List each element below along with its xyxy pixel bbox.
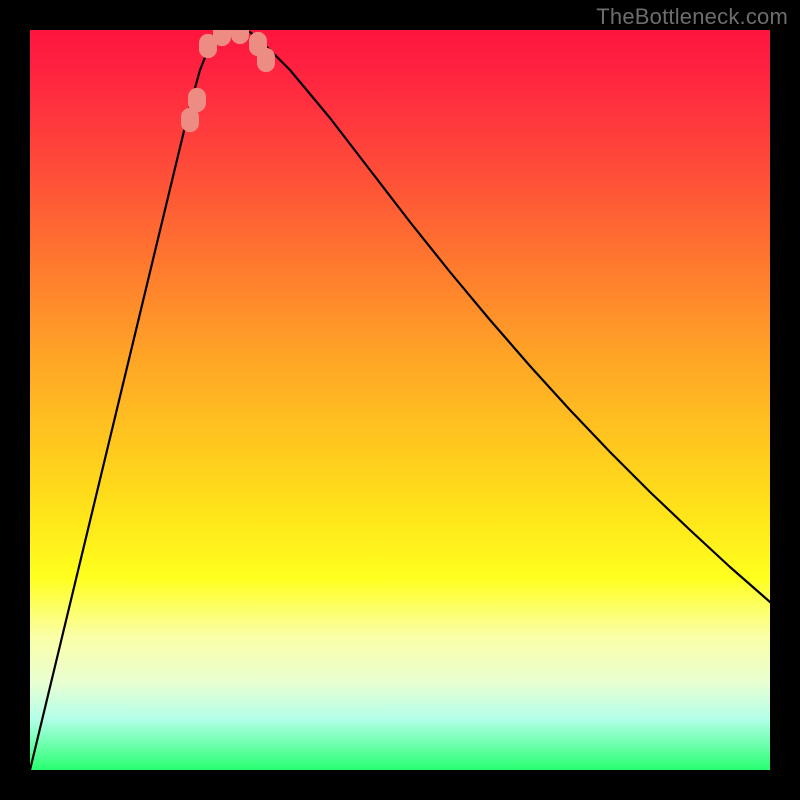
point-d [213,30,231,46]
point-c [199,34,217,58]
plot-area [30,30,770,770]
marker-layer [181,30,275,132]
point-f [249,32,267,56]
point-a [181,108,199,132]
watermark-text: TheBottleneck.com [596,4,788,30]
curve-layer [30,30,770,770]
point-b [188,88,206,112]
curve-svg [30,30,770,770]
bottleneck-curve-path [30,30,770,770]
point-e [231,30,249,44]
point-g [257,48,275,72]
chart-frame: TheBottleneck.com [0,0,800,800]
